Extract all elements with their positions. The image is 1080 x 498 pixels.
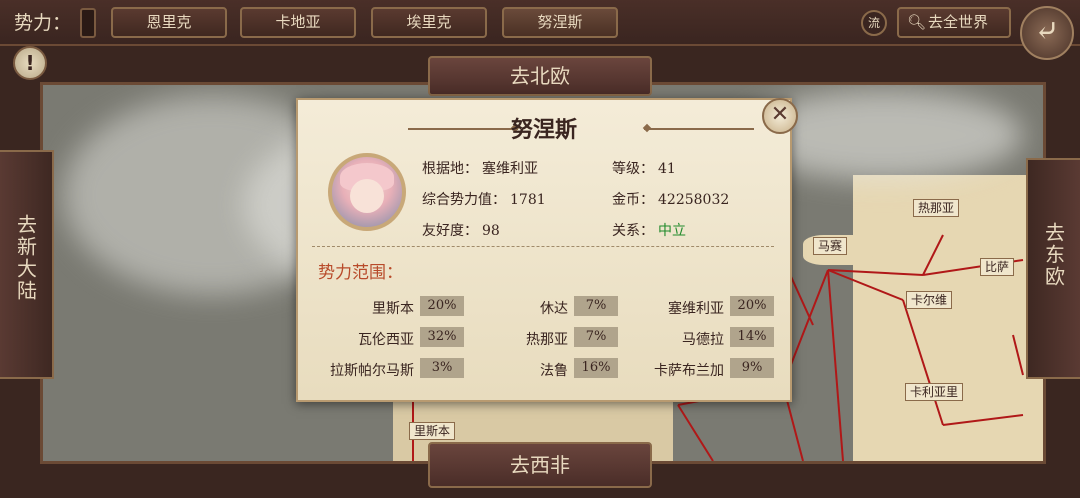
title-ornament-right bbox=[644, 128, 754, 130]
range-value: 20% bbox=[730, 296, 774, 316]
range-name: 塞维利亚 bbox=[668, 301, 724, 317]
map-label-cagliari[interactable]: 卡利亚里 bbox=[905, 383, 964, 401]
range-value: 20% bbox=[420, 296, 464, 316]
world-button[interactable]: 🔍︎ 去全世界 bbox=[897, 7, 1011, 38]
range-name: 卡萨布兰加 bbox=[654, 363, 724, 379]
back-arrow-icon: ⤶ bbox=[1034, 14, 1060, 49]
range-value: 14% bbox=[730, 327, 774, 347]
faction-info-popup: 努涅斯 ✕ 根据地： 塞维利亚 综合势力值： 1781 友好度： 98 等级： 41 金… bbox=[296, 98, 798, 402]
map-label-pisa[interactable]: 比萨 bbox=[980, 258, 1015, 276]
map-label-lisbon[interactable]: 里斯本 bbox=[409, 422, 456, 440]
range-name: 瓦伦西亚 bbox=[358, 332, 414, 348]
range-value: 7% bbox=[574, 296, 618, 316]
range-name: 热那亚 bbox=[526, 332, 568, 348]
nav-west-label: 去新大陆 bbox=[13, 214, 38, 302]
range-value: 9% bbox=[730, 358, 774, 378]
range-value: 16% bbox=[574, 358, 618, 378]
info-friendship: 友好度： 98 bbox=[422, 223, 500, 239]
info-base: 根据地： 塞维利亚 bbox=[422, 161, 538, 177]
nav-north-button[interactable]: 去北欧 bbox=[428, 56, 652, 96]
close-icon: ✕ bbox=[770, 102, 790, 127]
info-gold: 金币： 42258032 bbox=[612, 192, 730, 208]
world-button-label: 去全世界 bbox=[928, 13, 989, 31]
range-value: 32% bbox=[420, 327, 464, 347]
map-label-marseille[interactable]: 马赛 bbox=[813, 237, 848, 255]
close-button[interactable]: ✕ bbox=[762, 98, 798, 134]
faction-selector[interactable] bbox=[80, 8, 96, 38]
range-name: 法鲁 bbox=[540, 363, 568, 379]
range-value: 7% bbox=[574, 327, 618, 347]
back-button[interactable]: ⤶ bbox=[1020, 6, 1074, 60]
flow-button[interactable]: 流 bbox=[861, 10, 887, 36]
faction-label: 势力： bbox=[14, 12, 72, 34]
map-label-genoa[interactable]: 热那亚 bbox=[913, 199, 960, 217]
range-value: 3% bbox=[420, 358, 464, 378]
nav-west-button[interactable]: 去新大陆 bbox=[0, 150, 54, 379]
tab-enrique[interactable]: 恩里克 bbox=[111, 7, 227, 38]
range-name: 休达 bbox=[540, 301, 568, 317]
nav-east-label: 去东欧 bbox=[1041, 222, 1066, 288]
map-label-calvi[interactable]: 卡尔维 bbox=[906, 291, 953, 309]
alert-button[interactable]: ! bbox=[13, 46, 47, 80]
info-power: 综合势力值： 1781 bbox=[422, 192, 546, 208]
range-name: 里斯本 bbox=[372, 301, 414, 317]
range-name: 马德拉 bbox=[682, 332, 724, 348]
avatar-face bbox=[350, 179, 384, 213]
nav-east-button[interactable]: 去东欧 bbox=[1026, 158, 1080, 379]
range-name: 拉斯帕尔马斯 bbox=[330, 363, 414, 379]
avatar bbox=[328, 153, 406, 231]
search-icon: 🔍︎ bbox=[907, 13, 927, 31]
top-bar: 势力： 恩里克 卡地亚 埃里克 努涅斯 流 🔍︎ 去全世界 ⤶ bbox=[0, 0, 1080, 60]
divider bbox=[312, 246, 774, 247]
tab-nunez[interactable]: 努涅斯 bbox=[502, 7, 618, 38]
info-level: 等级： 41 bbox=[612, 161, 676, 177]
nav-south-button[interactable]: 去西非 bbox=[428, 442, 652, 488]
tab-eric[interactable]: 埃里克 bbox=[371, 7, 487, 38]
info-relation: 关系： 中立 bbox=[612, 223, 686, 239]
range-title: 势力范围： bbox=[318, 263, 403, 283]
tab-cartier[interactable]: 卡地亚 bbox=[240, 7, 356, 38]
